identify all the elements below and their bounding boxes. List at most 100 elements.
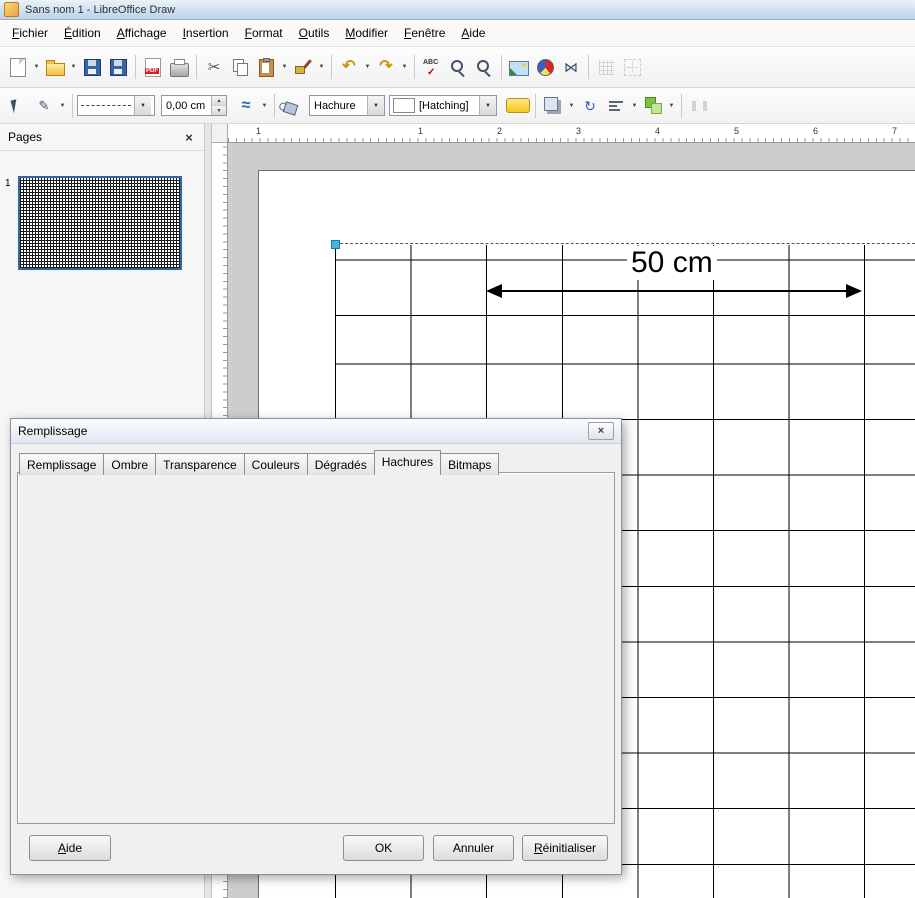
dialog-title-bar[interactable]: Remplissage	[11, 419, 621, 444]
align-dropdown[interactable]	[629, 92, 640, 120]
paste-dropdown[interactable]	[279, 53, 290, 81]
reset-button[interactable]: Réinitialiser	[522, 835, 608, 861]
cut-button[interactable]: ✂	[201, 53, 227, 81]
chevron-down-icon[interactable]	[134, 96, 151, 115]
clone-formatting-dropdown[interactable]	[316, 53, 327, 81]
horizontal-ruler[interactable]: 1 1 2 3 4 5 6 7	[228, 124, 915, 143]
tab-couleurs[interactable]: Couleurs	[244, 453, 308, 475]
fill-name-value[interactable]: [Hatching]	[415, 100, 479, 112]
edit-points-button[interactable]: ⋈	[558, 53, 584, 81]
menu-outils[interactable]: Outils	[291, 22, 338, 44]
arrange-dropdown[interactable]	[666, 92, 677, 120]
save-icon	[84, 59, 101, 76]
fill-name-combobox[interactable]: [Hatching]	[389, 95, 497, 116]
arrange-button[interactable]	[640, 92, 666, 120]
pencil-icon: ✎	[39, 99, 50, 112]
redo-arrow-icon: ↷	[379, 59, 392, 75]
tab-bitmaps[interactable]: Bitmaps	[440, 453, 499, 475]
fill-style-combobox[interactable]: Hachure	[309, 95, 385, 116]
print-button[interactable]	[166, 53, 192, 81]
open-button[interactable]	[42, 53, 68, 81]
close-icon[interactable]	[182, 130, 196, 144]
dialog-close-button[interactable]	[588, 422, 614, 440]
cancel-button[interactable]: Annuler	[433, 835, 514, 861]
select-tool-button[interactable]	[5, 92, 31, 120]
edit-points-dropdown[interactable]	[57, 92, 68, 120]
tab-degrades[interactable]: Dégradés	[307, 453, 375, 475]
chevron-down-icon[interactable]	[479, 96, 496, 115]
menu-modifier[interactable]: Modifier	[337, 22, 396, 44]
clipboard-icon	[259, 59, 274, 77]
tab-remplissage[interactable]: Remplissage	[19, 453, 104, 475]
scissors-icon: ✂	[208, 60, 221, 75]
paintbrush-icon	[295, 59, 312, 75]
line-width-spinbox[interactable]: 0,00 cm	[161, 95, 227, 116]
page-thumbnail[interactable]	[18, 176, 182, 270]
tab-ombre[interactable]: Ombre	[103, 453, 156, 475]
export-pdf-button[interactable]	[140, 53, 166, 81]
dialog-title: Remplissage	[18, 424, 87, 438]
ruler-corner	[212, 124, 228, 143]
ruler-number: 6	[813, 126, 818, 136]
insert-image-button[interactable]	[506, 53, 532, 81]
toolbar-separator	[274, 94, 275, 118]
area-fill-button[interactable]	[279, 92, 305, 120]
window-title: Sans nom 1 - LibreOffice Draw	[25, 4, 175, 16]
undo-arrow-icon: ↶	[342, 59, 355, 75]
rotate-button[interactable]: ↻	[577, 92, 603, 120]
menu-fichier[interactable]: Fichier	[4, 22, 56, 44]
spin-down-icon[interactable]	[212, 106, 226, 115]
spelling-button[interactable]	[419, 53, 445, 81]
line-width-value[interactable]: 0,00 cm	[162, 100, 211, 112]
undo-button[interactable]: ↶	[336, 53, 362, 81]
distribute-icon	[691, 99, 708, 113]
paste-button[interactable]	[253, 53, 279, 81]
dimension-label: 50 cm	[627, 246, 717, 280]
tab-transparence[interactable]: Transparence	[155, 453, 245, 475]
display-grid-button[interactable]	[593, 53, 619, 81]
line-style-combobox[interactable]	[77, 95, 155, 116]
shadow-dropdown[interactable]	[566, 92, 577, 120]
shadow-button[interactable]	[540, 92, 566, 120]
menu-affichage[interactable]: Affichage	[109, 22, 175, 44]
fill-style-value[interactable]: Hachure	[310, 100, 367, 112]
line-color-button[interactable]: ≈	[233, 92, 259, 120]
save-button[interactable]	[79, 53, 105, 81]
redo-dropdown[interactable]	[399, 53, 410, 81]
ruler-number: 1	[256, 126, 261, 136]
undo-dropdown[interactable]	[362, 53, 373, 81]
helplines-button[interactable]	[619, 53, 645, 81]
copy-button[interactable]	[227, 53, 253, 81]
pages-panel-header: Pages	[0, 124, 204, 151]
insert-chart-button[interactable]	[532, 53, 558, 81]
area-color-icon	[506, 98, 530, 113]
menu-format[interactable]: Format	[237, 22, 291, 44]
align-button[interactable]	[603, 92, 629, 120]
area-style-button[interactable]	[505, 92, 531, 120]
zoom-button[interactable]	[445, 53, 471, 81]
tab-hachures[interactable]: Hachures	[374, 450, 441, 475]
open-dropdown[interactable]	[68, 53, 79, 81]
menu-insertion[interactable]: Insertion	[175, 22, 237, 44]
pie-chart-icon	[537, 59, 554, 76]
menu-fenetre[interactable]: Fenêtre	[396, 22, 453, 44]
title-bar: Sans nom 1 - LibreOffice Draw	[0, 0, 915, 20]
clone-formatting-button[interactable]	[290, 53, 316, 81]
edit-points-toggle-button[interactable]: ✎	[31, 92, 57, 120]
new-drawing-button[interactable]	[5, 53, 31, 81]
redo-button[interactable]: ↷	[373, 53, 399, 81]
line-color-dropdown[interactable]	[259, 92, 270, 120]
chevron-down-icon[interactable]	[367, 96, 384, 115]
help-button[interactable]: Aide	[29, 835, 111, 861]
spin-up-icon[interactable]	[212, 96, 226, 106]
find-replace-button[interactable]	[471, 53, 497, 81]
line-filling-toolbar: ✎ 0,00 cm ≈ Hachure [Hatching] ↻	[0, 88, 915, 124]
menu-edition[interactable]: Édition	[56, 22, 109, 44]
new-drawing-dropdown[interactable]	[31, 53, 42, 81]
copy-icon	[232, 59, 249, 76]
distribute-button[interactable]	[686, 92, 712, 120]
ok-button[interactable]: OK	[343, 835, 424, 861]
selection-handle[interactable]	[331, 240, 340, 249]
save-as-button[interactable]	[105, 53, 131, 81]
menu-aide[interactable]: Aide	[453, 22, 493, 44]
